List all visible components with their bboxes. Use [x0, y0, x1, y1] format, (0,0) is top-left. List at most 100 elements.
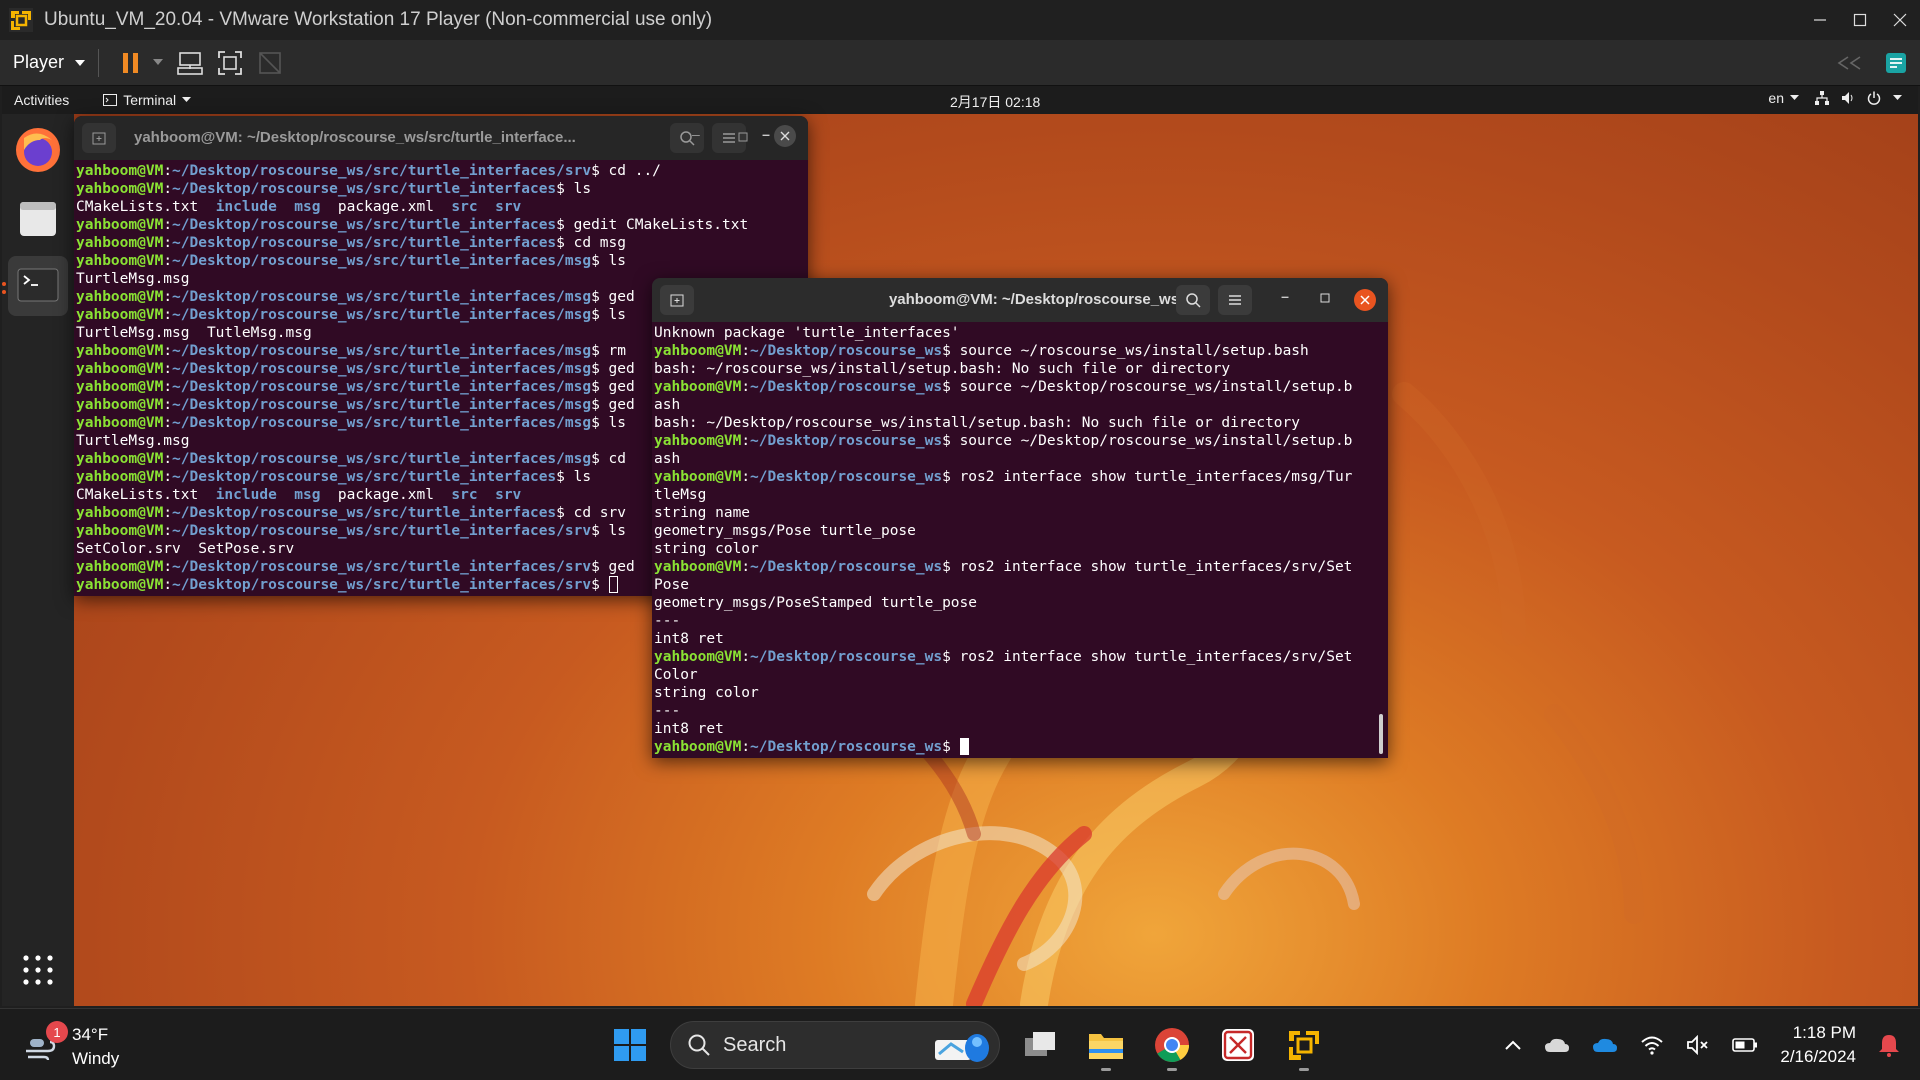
cloud-icon[interactable] [1544, 1036, 1570, 1054]
pause-dropdown[interactable] [151, 48, 165, 78]
onedrive-icon[interactable] [1592, 1036, 1618, 1054]
terminal-line: int8 ret [654, 720, 1388, 738]
output-text: Color [654, 667, 698, 683]
window-title: Ubuntu_VM_20.04 - VMware Workstation 17 … [44, 9, 713, 30]
chevron-up-icon[interactable] [1504, 1039, 1522, 1051]
prompt-colon: : [163, 181, 173, 197]
output-text: string color [654, 541, 759, 557]
ubuntu-clock[interactable]: 2月17日 02:18 [950, 92, 1040, 112]
search-button[interactable] [1176, 285, 1210, 315]
chevron-down-icon [153, 59, 164, 65]
vmware-icon [1289, 1031, 1319, 1060]
windows-taskbar: 1 34°F Windy Search 1:18 PM 2/16/2024 [0, 1008, 1920, 1080]
output-text: TurtleMsg.msg TutleMsg.msg [76, 325, 312, 341]
terminal-back-maximize[interactable] [738, 129, 748, 147]
terminal-maximize-button[interactable] [1313, 290, 1337, 306]
weather-widget[interactable]: 1 34°F Windy [24, 1021, 119, 1071]
volume-muted-icon[interactable] [1686, 1035, 1710, 1055]
taskbar-search-box[interactable]: Search [670, 1021, 1000, 1069]
chevron-down-icon [1893, 95, 1902, 100]
terminal-window-front[interactable]: yahboom@VM: ~/Desktop/roscourse_ws – Unk… [652, 278, 1388, 758]
files-folder-icon [20, 202, 56, 236]
terminal-icon [17, 268, 59, 302]
terminal-output[interactable]: Unknown package 'turtle_interfaces' yahbo… [652, 322, 1388, 756]
prompt-user: yahboom@VM [76, 523, 164, 539]
command-text: $ ls [556, 469, 592, 485]
prompt-colon: : [163, 379, 173, 395]
fullscreen-icon [218, 50, 242, 75]
prompt-colon: : [163, 505, 173, 521]
prompt-path: ~/Desktop/roscourse_ws/src/turtle_interf… [172, 163, 592, 179]
pause-button[interactable] [116, 48, 146, 78]
directory-name: src [451, 199, 478, 215]
minimize-button[interactable] [1800, 0, 1840, 40]
maximize-button[interactable] [1840, 0, 1880, 40]
firefox-icon [16, 128, 60, 172]
prompt-colon: : [163, 469, 173, 485]
battery-icon[interactable] [1732, 1037, 1758, 1053]
notes-icon[interactable] [1884, 51, 1908, 75]
terminal-back-close[interactable] [774, 125, 796, 147]
chrome-button[interactable] [1146, 1019, 1198, 1071]
file-explorer-button[interactable] [1080, 1019, 1132, 1071]
new-tab-button[interactable] [660, 285, 694, 315]
maximize-icon [738, 132, 748, 142]
search-icon [688, 1034, 710, 1056]
network-icon [1815, 91, 1829, 105]
notification-bell-icon[interactable] [1878, 1033, 1900, 1057]
prompt-colon: : [163, 451, 173, 467]
vmware-taskbar-button[interactable] [1278, 1019, 1330, 1071]
language-label: en [1768, 90, 1784, 106]
output-text: int8 ret [654, 631, 724, 647]
output-text: string name [654, 505, 751, 521]
prompt-path: ~/Desktop/roscourse_ws [750, 739, 943, 755]
app-menu[interactable]: Terminal [103, 92, 192, 108]
terminal-line: yahboom@VM:~/Desktop/roscourse_ws$ ros2 … [654, 558, 1388, 576]
prompt-user: yahboom@VM [76, 181, 164, 197]
prompt-user: yahboom@VM [76, 217, 164, 233]
dock-firefox[interactable] [8, 120, 68, 180]
new-tab-button[interactable] [82, 123, 116, 153]
terminal-back-minimize[interactable]: – [692, 126, 700, 142]
activities-button[interactable]: Activities [14, 92, 69, 108]
system-menu[interactable] [1815, 91, 1902, 105]
prompt-path: ~/Desktop/roscourse_ws/src/turtle_interf… [172, 379, 592, 395]
terminal-line: yahboom@VM:~/Desktop/roscourse_ws$ ros2 … [654, 468, 1388, 486]
prompt-user: yahboom@VM [654, 559, 742, 575]
terminal-line: yahboom@VM:~/Desktop/roscourse_ws$ sourc… [654, 432, 1388, 450]
task-view-button[interactable] [1014, 1019, 1066, 1071]
collapse-toolbar-icon[interactable] [1836, 55, 1862, 71]
command-text: $ ls [591, 307, 626, 323]
terminal-minimize-button[interactable]: – [1273, 288, 1297, 304]
output-text: geometry_msgs/PoseStamped turtle_pose [654, 595, 978, 611]
terminal-line: tleMsg [654, 486, 1388, 504]
start-button[interactable] [604, 1019, 656, 1071]
prompt-colon: : [163, 289, 173, 305]
terminal-line: string color [654, 684, 1388, 702]
command-text: $ ls [591, 523, 626, 539]
prompt-user: yahboom@VM [76, 253, 164, 269]
language-selector[interactable]: en [1768, 90, 1799, 106]
maximize-icon [1853, 13, 1867, 27]
prompt-user: yahboom@VM [76, 289, 164, 305]
terminal-line: bash: ~/roscourse_ws/install/setup.bash:… [654, 360, 1388, 378]
player-menu[interactable]: Player [13, 52, 86, 73]
close-button[interactable] [1880, 0, 1920, 40]
terminal-line: ash [654, 450, 1388, 468]
output-text: ash [654, 397, 681, 413]
send-ctrl-alt-del-button[interactable] [175, 48, 205, 78]
terminal-close-button[interactable] [1354, 289, 1376, 311]
terminal-scrollbar[interactable] [1379, 714, 1383, 754]
prompt-path: ~/Desktop/roscourse_ws/src/turtle_interf… [172, 361, 592, 377]
command-text: $ source ~/Desktop/roscourse_ws/install/… [942, 379, 1353, 395]
directory-name: srv [495, 487, 522, 503]
menu-button[interactable] [1218, 285, 1252, 315]
wifi-icon[interactable] [1640, 1035, 1664, 1055]
dock-terminal[interactable] [8, 256, 68, 316]
show-applications-button[interactable] [8, 940, 68, 1000]
prompt-path: ~/Desktop/roscourse_ws/src/turtle_interf… [172, 523, 592, 539]
fullscreen-button[interactable] [215, 48, 245, 78]
taskbar-clock[interactable]: 1:18 PM 2/16/2024 [1780, 1021, 1856, 1069]
dock-files[interactable] [8, 188, 68, 248]
app-red-button[interactable] [1212, 1019, 1264, 1071]
